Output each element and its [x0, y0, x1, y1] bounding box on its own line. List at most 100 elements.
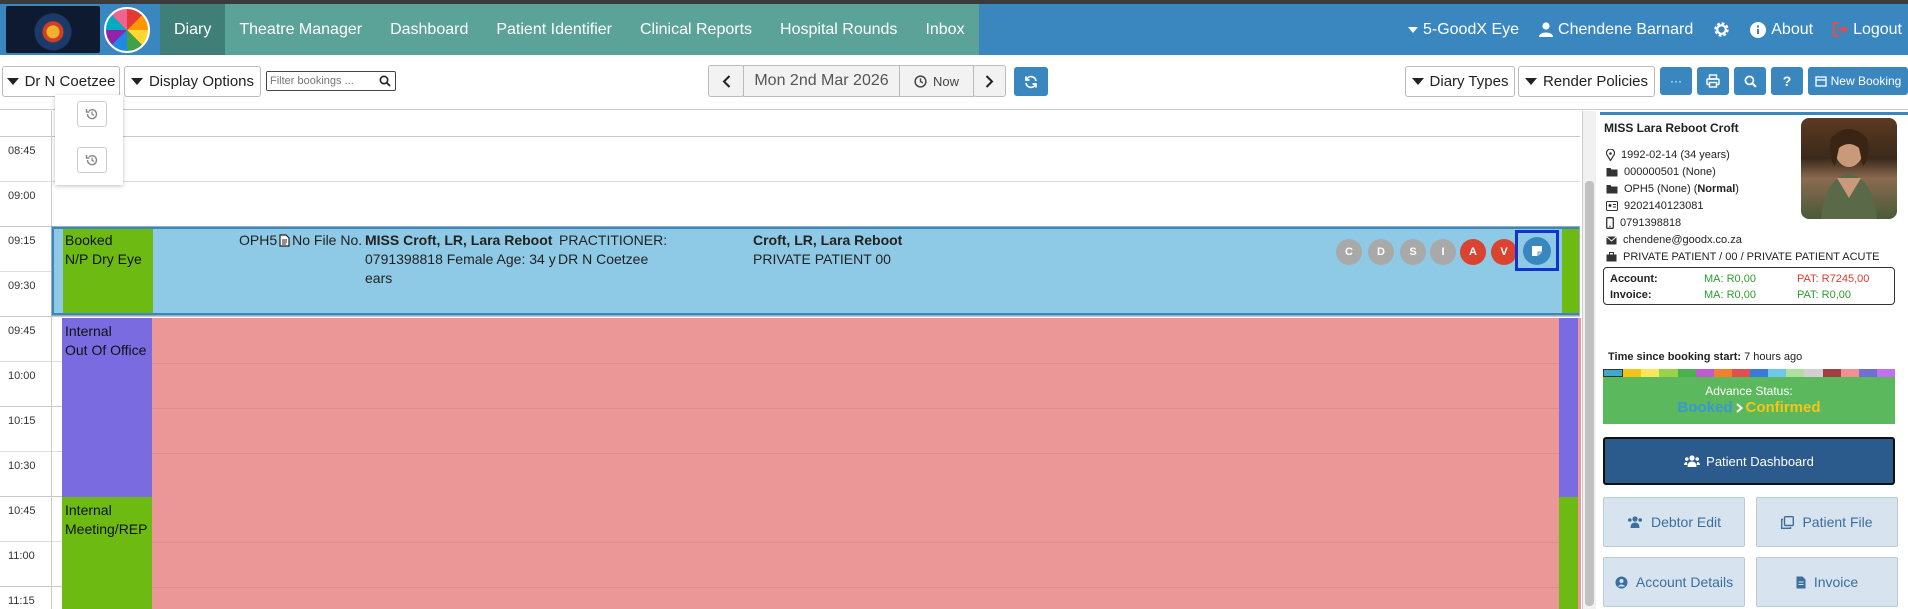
oof-line1: Internal [65, 323, 112, 339]
booking-patient-name: MISS Croft, LR, Lara Reboot [365, 232, 553, 248]
status-stripe-segment [1603, 369, 1624, 377]
meeting-right-stripe [1559, 497, 1578, 609]
status-stripe-segment [1750, 369, 1769, 377]
new-booking-label: New Booking [1830, 74, 1902, 88]
briefcase-icon [1606, 252, 1617, 262]
time-label: 09:00 [8, 190, 36, 202]
search-icon[interactable] [379, 75, 391, 87]
refresh-icon [1025, 75, 1037, 88]
meeting-label-cell: Internal Meeting/REP [62, 497, 152, 609]
search-button[interactable] [1734, 67, 1766, 95]
patient-dashboard-button[interactable]: Patient Dashboard [1603, 437, 1895, 485]
booking-debtor-name: Croft, LR, Lara Reboot [753, 232, 903, 248]
display-options-dropdown[interactable]: Display Options [124, 66, 261, 97]
grid-line [152, 587, 1559, 588]
render-policies-dropdown[interactable]: Render Policies [1518, 66, 1655, 97]
practice-selector[interactable]: 5-GoodX Eye [1398, 21, 1529, 39]
status-stripe-segment [1804, 369, 1823, 377]
chevron-right-icon [985, 74, 994, 88]
search-icon [1744, 75, 1757, 88]
grid-line [0, 316, 1580, 317]
patient-plan: OPH5 (None) ( [1624, 183, 1698, 195]
notes-button[interactable] [1515, 230, 1559, 271]
date-display[interactable]: Mon 2nd Mar 2026 [743, 65, 900, 97]
meet-line2: Meeting/REP [65, 521, 148, 537]
status-stripe-segment [1623, 369, 1642, 377]
patient-email: chendene@goodx.co.za [1623, 234, 1742, 246]
new-booking-button[interactable]: New Booking [1808, 67, 1908, 95]
booking-code: OPH5 No File No. [239, 232, 362, 248]
time-label: 09:15 [8, 235, 36, 247]
badge-i[interactable]: I [1430, 239, 1456, 265]
patient-file-label: Patient File [1802, 514, 1873, 530]
badge-a[interactable]: A [1460, 239, 1486, 265]
patient-file-button[interactable]: Patient File [1756, 497, 1898, 547]
practice-name: 5-GoodX Eye [1422, 20, 1520, 38]
user-menu[interactable]: Chendene Barnard [1529, 21, 1703, 39]
scrollbar-thumb[interactable] [1585, 181, 1594, 606]
doctor-selector[interactable]: Dr N Coetzee [2, 66, 120, 97]
out-of-office-block[interactable]: Internal Out Of Office [62, 318, 1581, 498]
help-label: ? [1782, 73, 1792, 89]
scrollbar-track[interactable] [1583, 111, 1596, 609]
patient-file-row: 000000501 (None) [1606, 166, 1716, 178]
about-link[interactable]: About [1740, 21, 1823, 39]
grid-line [0, 136, 1580, 137]
time-label: 09:30 [8, 280, 36, 292]
time-label: 11:00 [8, 550, 35, 562]
badge-d[interactable]: D [1368, 239, 1394, 265]
patient-plan-end: ) [1735, 183, 1739, 195]
status-stripe-segment [1641, 369, 1660, 377]
invoice-button[interactable]: Invoice [1756, 557, 1898, 607]
filter-bookings [266, 71, 396, 91]
next-day-button[interactable] [973, 65, 1006, 97]
history-icon [85, 154, 98, 166]
advance-status-button[interactable]: Advance Status: Booked Confirmed [1603, 377, 1895, 424]
logout-link[interactable]: Logout [1823, 21, 1908, 39]
booking-code-label: OPH5 [239, 232, 278, 248]
badge-s[interactable]: S [1400, 239, 1426, 265]
nav-tab-dashboard[interactable]: Dashboard [376, 4, 482, 55]
debtor-edit-button[interactable]: Debtor Edit [1603, 497, 1745, 547]
meeting-block[interactable]: Internal Meeting/REP [62, 497, 1581, 609]
nav-tab-patient-identifier[interactable]: Patient Identifier [482, 4, 626, 55]
grid-left-border [51, 111, 52, 609]
refresh-button[interactable] [1014, 67, 1048, 96]
nav-tab-inbox[interactable]: Inbox [911, 4, 978, 55]
nav-tab-diary[interactable]: Diary [160, 4, 226, 55]
patient-plan-status: Normal [1697, 183, 1736, 195]
history-button[interactable] [77, 101, 107, 127]
patient-debtor: PRIVATE PATIENT / 00 / PRIVATE PATIENT A… [1623, 251, 1880, 263]
settings-button[interactable] [1703, 21, 1740, 38]
nav-tab-clinical-reports[interactable]: Clinical Reports [626, 4, 766, 55]
folder-icon [1606, 168, 1618, 177]
clock-icon [914, 74, 927, 88]
print-icon [1706, 74, 1720, 88]
more-options-button[interactable]: ··· [1660, 67, 1692, 95]
caret-down-icon [6, 78, 19, 85]
copy-icon [1781, 515, 1795, 529]
booking-block[interactable]: Booked N/P Dry Eye OPH5 No File No. MISS… [51, 226, 1580, 316]
status-stripe-segment [1659, 369, 1678, 377]
filter-bookings-input[interactable] [267, 72, 375, 90]
id-card-icon [1606, 201, 1618, 211]
time-since-label: Time since booking start: [1608, 351, 1742, 363]
nav-tab-hospital-rounds[interactable]: Hospital Rounds [766, 4, 911, 55]
prev-day-button[interactable] [708, 65, 744, 97]
now-button[interactable]: Now [899, 65, 974, 97]
badge-v[interactable]: V [1491, 239, 1517, 265]
diary-types-dropdown[interactable]: Diary Types [1405, 66, 1515, 97]
history-button[interactable] [77, 147, 107, 173]
booking-status: Booked [65, 232, 113, 248]
account-details-button[interactable]: Account Details [1603, 557, 1745, 607]
status-stripe-segment [1858, 369, 1877, 377]
print-button[interactable] [1697, 67, 1729, 95]
user-name: Chendene Barnard [1558, 20, 1694, 38]
patient-id-row: 9202140123081 [1606, 200, 1704, 212]
grid-line [152, 453, 1559, 454]
status-stripe-segment [1695, 369, 1714, 377]
nav-tab-theatre-manager[interactable]: Theatre Manager [225, 4, 376, 55]
help-button[interactable]: ? [1771, 67, 1803, 95]
badge-c[interactable]: C [1336, 239, 1362, 265]
status-stripe-segment [1731, 369, 1750, 377]
